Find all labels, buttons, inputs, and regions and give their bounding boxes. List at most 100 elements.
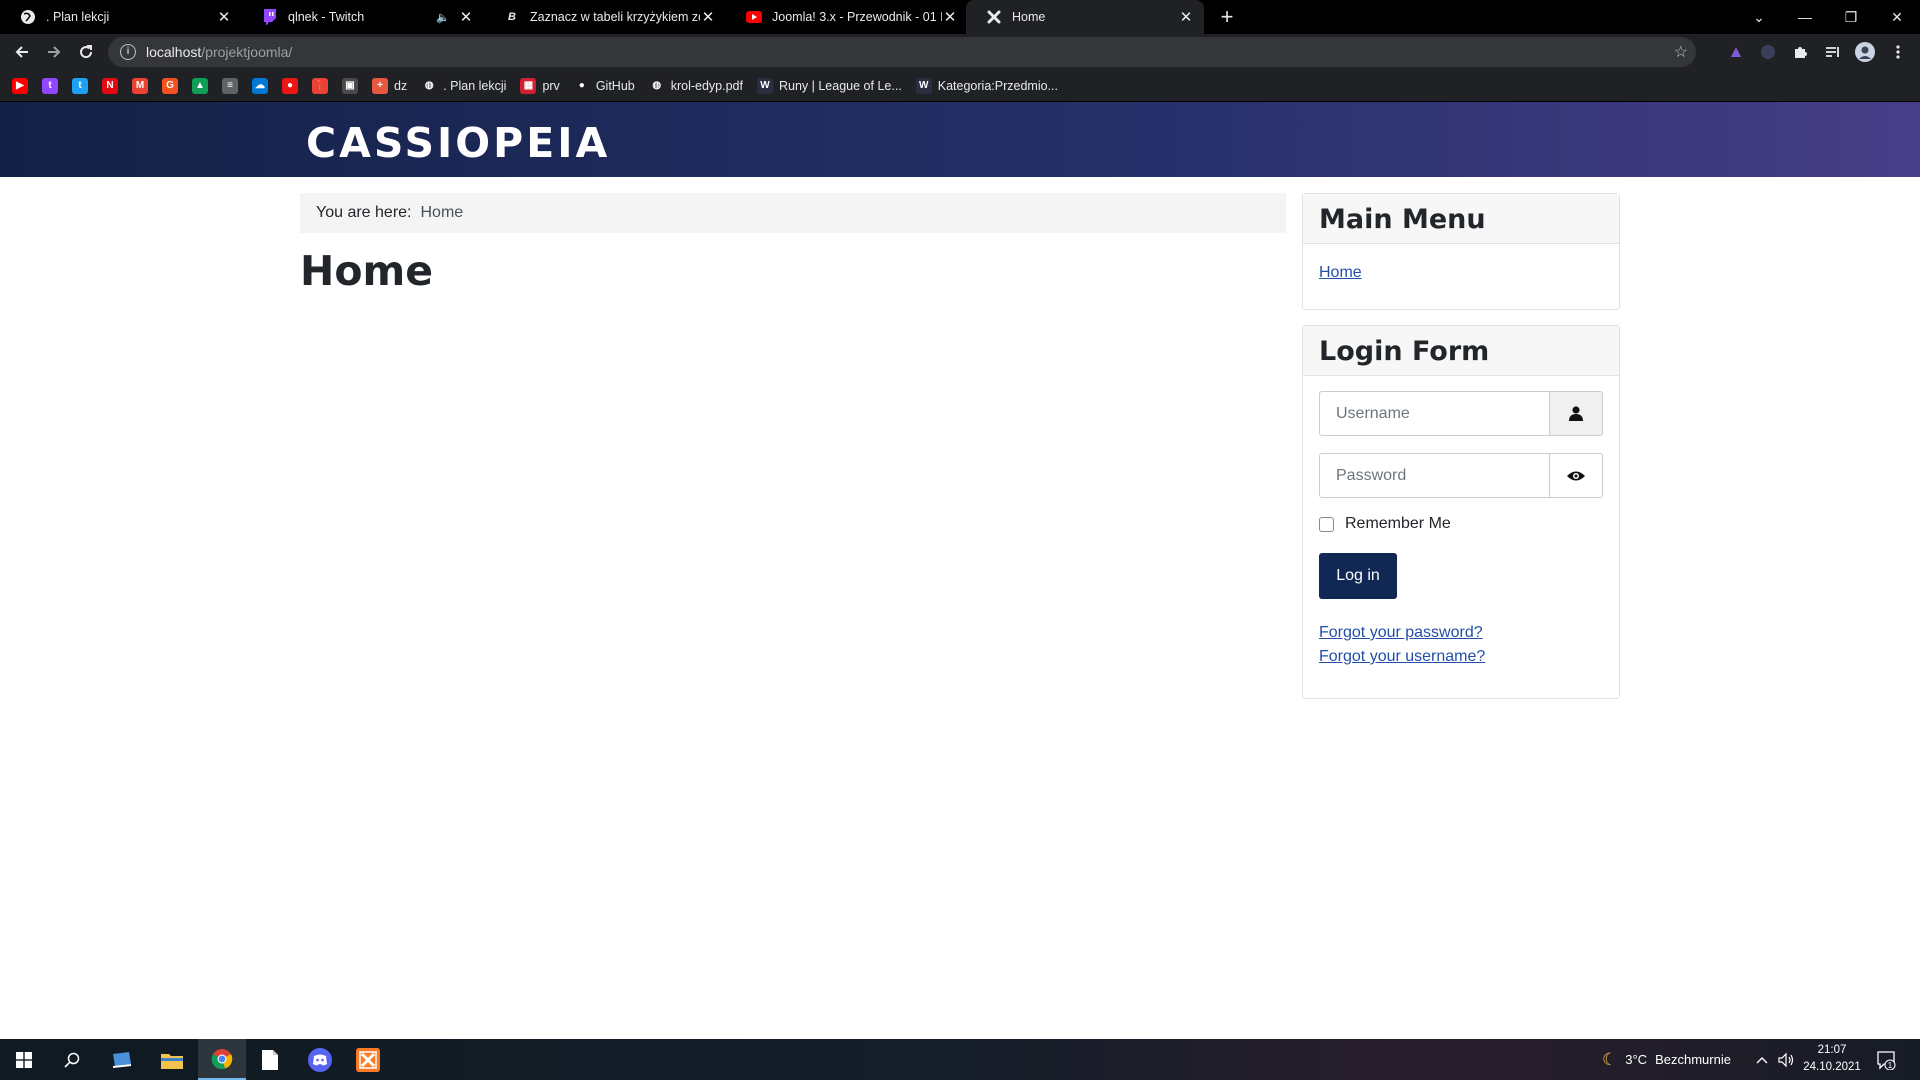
bookmark-icon-item[interactable]: ☁: [252, 77, 268, 94]
drive-icon: ▲: [192, 77, 208, 94]
bookmark-icon-item[interactable]: t: [42, 77, 58, 94]
youtube-icon: ▶: [12, 77, 28, 94]
clock-date: 24.10.2021: [1803, 1061, 1861, 1073]
bookmark-item[interactable]: + dz: [372, 77, 408, 94]
address-bar[interactable]: i localhost/projektjoomla/ ☆: [108, 37, 1696, 67]
notification-count: 1: [1888, 1061, 1893, 1070]
main-menu-title: Main Menu: [1303, 194, 1619, 244]
reload-button[interactable]: [72, 38, 100, 66]
close-tab-icon[interactable]: ✕: [1178, 8, 1194, 26]
maps-icon: 📍: [312, 77, 328, 94]
chrome-icon[interactable]: [198, 1039, 246, 1080]
bookmark-label: dz: [394, 78, 408, 93]
bookmark-item[interactable]: ◍ . Plan lekcji: [421, 77, 507, 94]
bookmark-icon-item[interactable]: ●: [282, 77, 298, 94]
bookmark-icon-item[interactable]: t: [72, 77, 88, 94]
system-clock[interactable]: 21:07 24.10.2021: [1800, 1042, 1864, 1076]
bookmark-icon-item[interactable]: G: [162, 77, 178, 94]
youtube-icon: [746, 9, 762, 25]
profile-avatar[interactable]: [1855, 42, 1875, 62]
forgot-username-link[interactable]: Forgot your username?: [1319, 645, 1603, 669]
login-button[interactable]: Log in: [1319, 553, 1397, 599]
windows-start-icon[interactable]: [0, 1039, 48, 1080]
volume-icon[interactable]: [1778, 1039, 1794, 1080]
xampp-icon[interactable]: [344, 1039, 392, 1080]
extension-icon[interactable]: [1726, 42, 1746, 62]
site-header: CASSIOPEIA: [0, 102, 1920, 177]
extension-icon[interactable]: [1758, 42, 1778, 62]
close-tab-icon[interactable]: ✕: [216, 8, 232, 26]
back-button[interactable]: [8, 38, 36, 66]
reload-icon: [80, 45, 93, 59]
onedrive-icon: ☁: [252, 77, 268, 94]
close-window-button[interactable]: ✕: [1874, 0, 1920, 34]
pokeball-icon: ●: [282, 77, 298, 94]
menu-link-home[interactable]: Home: [1319, 264, 1362, 281]
remember-me-label[interactable]: Remember Me: [1345, 515, 1451, 533]
tab-title: . Plan lekcji: [46, 10, 110, 24]
tab-brainly[interactable]: B Zaznacz w tabeli krzyżykiem zdan ✕: [484, 0, 726, 34]
show-password-eye-icon[interactable]: [1550, 453, 1603, 498]
image-icon: ▣: [342, 77, 358, 94]
netflix-icon: N: [102, 77, 118, 94]
bookmark-label: . Plan lekcji: [443, 78, 507, 93]
globe-icon: ◍: [648, 77, 665, 94]
minimize-button[interactable]: —: [1782, 0, 1828, 34]
bookmark-icon-item[interactable]: ≡: [222, 77, 238, 94]
bookmark-label: prv: [542, 78, 560, 93]
bookmark-icon-item[interactable]: ▣: [342, 77, 358, 94]
bookmark-item[interactable]: ◍ krol-edyp.pdf: [648, 77, 743, 94]
info-icon[interactable]: i: [120, 44, 136, 60]
wiki-icon: W: [756, 77, 773, 94]
close-tab-icon[interactable]: ✕: [458, 8, 474, 26]
forward-button[interactable]: [40, 38, 68, 66]
bookmark-icon-item[interactable]: 📍: [312, 77, 328, 94]
password-input[interactable]: Password: [1319, 453, 1550, 498]
weather-widget[interactable]: ☾ 3°C Bezchmurnie: [1602, 1039, 1731, 1080]
search-icon[interactable]: [48, 1039, 96, 1080]
browser-tab-strip: . Plan lekcji ✕ qlnek - Twitch 🔈 ✕ B Zaz…: [0, 0, 1920, 34]
school-icon: ≡: [222, 77, 238, 94]
bookmark-label: Kategoria:Przedmio...: [937, 78, 1058, 93]
speaker-icon[interactable]: 🔈: [436, 11, 450, 24]
tab-home-active[interactable]: Home ✕: [966, 0, 1204, 34]
tab-twitch[interactable]: qlnek - Twitch 🔈 ✕: [242, 0, 484, 34]
notepad-icon[interactable]: [246, 1039, 294, 1080]
bookmark-item[interactable]: W Kategoria:Przedmio...: [915, 77, 1058, 94]
main-menu-module: Main Menu Home: [1302, 193, 1620, 310]
restore-button[interactable]: ❐: [1828, 0, 1874, 34]
discord-icon[interactable]: [296, 1039, 344, 1080]
site-brand-logo[interactable]: CASSIOPEIA: [306, 119, 610, 167]
tab-plan-lekcji[interactable]: . Plan lekcji ✕: [0, 0, 242, 34]
username-input[interactable]: Username: [1319, 391, 1550, 436]
new-tab-button[interactable]: +: [1214, 4, 1240, 30]
back-arrow-icon: [15, 46, 28, 58]
url-host: localhost: [146, 44, 202, 60]
github-icon: ●: [573, 77, 590, 94]
bookmark-item[interactable]: ▦ prv: [520, 77, 560, 94]
bookmark-item[interactable]: W Runy | League of Le...: [756, 77, 902, 94]
bookmark-icon-item[interactable]: M: [132, 77, 148, 94]
user-icon[interactable]: [98, 1039, 146, 1080]
forgot-password-link[interactable]: Forgot your password?: [1319, 621, 1603, 645]
tab-search-icon[interactable]: ⌄: [1736, 0, 1782, 34]
bookmark-star-icon[interactable]: ☆: [1674, 42, 1688, 62]
bookmark-icon-item[interactable]: ▶: [12, 77, 28, 94]
puzzle-icon[interactable]: [1790, 42, 1810, 62]
bookmark-item[interactable]: ● GitHub: [573, 77, 635, 94]
moon-icon: ☾: [1602, 1049, 1618, 1069]
close-tab-icon[interactable]: ✕: [942, 8, 958, 26]
bookmark-icon-item[interactable]: N: [102, 77, 118, 94]
joomla-icon: [986, 9, 1002, 25]
tray-chevron-up-icon[interactable]: [1756, 1039, 1768, 1080]
remember-me-checkbox[interactable]: [1319, 516, 1334, 532]
menu-kebab-icon[interactable]: [1888, 42, 1908, 62]
close-tab-icon[interactable]: ✕: [700, 8, 716, 26]
bookmark-icon-item[interactable]: ▲: [192, 77, 208, 94]
reading-list-icon[interactable]: [1822, 42, 1842, 62]
notification-center-icon[interactable]: 1: [1876, 1039, 1896, 1080]
tab-youtube-joomla[interactable]: Joomla! 3.x - Przewodnik - 01 Ins ✕: [726, 0, 968, 34]
tab-title: Joomla! 3.x - Przewodnik - 01 Ins: [772, 10, 942, 24]
bookmark-label: GitHub: [595, 78, 635, 93]
file-explorer-icon[interactable]: [148, 1039, 196, 1080]
